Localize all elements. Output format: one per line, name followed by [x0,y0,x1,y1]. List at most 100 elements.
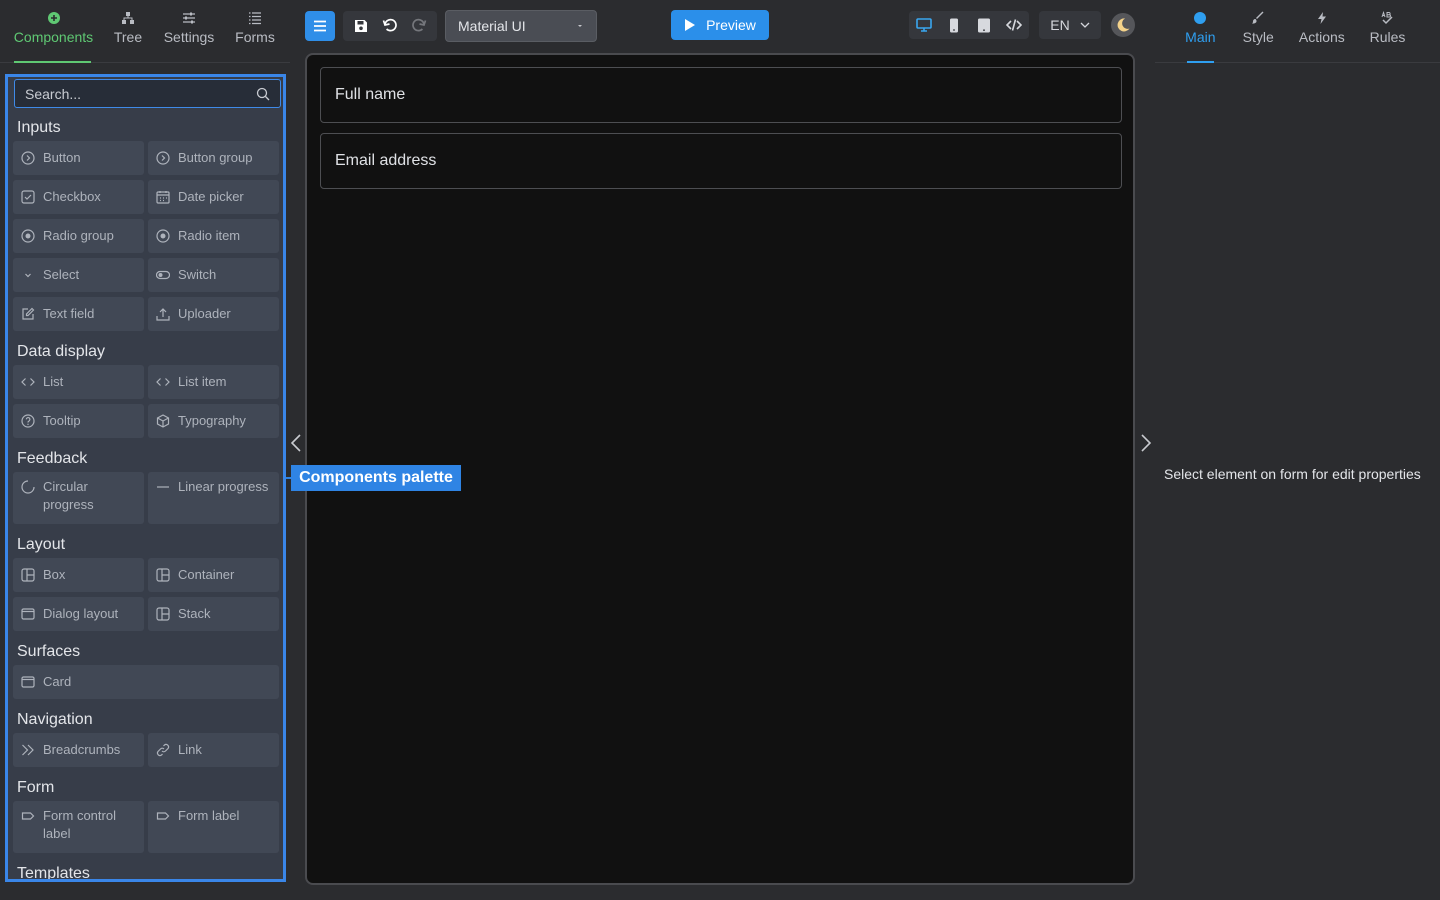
component-label: Form control label [43,808,116,841]
component-select[interactable]: Select [13,258,144,292]
group-title-layout: Layout [17,536,66,553]
component-breadcrumbs[interactable]: Breadcrumbs [13,733,144,767]
line-icon [157,486,169,488]
tab-forms[interactable]: Forms [229,0,281,62]
search-input[interactable] [25,85,256,102]
edit-icon [22,307,35,320]
tab-tree[interactable]: Tree [107,0,149,62]
undo-button[interactable] [376,12,404,40]
component-card[interactable]: Card [13,665,279,699]
component-label: Typography [178,413,246,428]
tag-icon [21,812,35,820]
component-label: Button [43,150,81,165]
component-label: Radio item [178,228,241,243]
library-select[interactable]: Material UI [445,10,597,42]
tag-icon [156,812,170,820]
components-palette: Inputs Button Button group Checkbox Date… [5,74,286,882]
component-tooltip[interactable]: Tooltip [13,404,144,438]
mobile-view-button[interactable] [941,12,967,38]
component-list-item[interactable]: List item [148,365,279,399]
component-box[interactable]: Box [13,558,144,592]
component-form-label[interactable]: Form label [148,801,279,853]
component-label: List item [178,374,227,389]
chevron-down-icon [1080,22,1090,28]
component-typography[interactable]: Typography [148,404,279,438]
group-layout: Box Container Dialog layout Stack [8,558,283,631]
component-button-group[interactable]: Button group [148,141,279,175]
search-box[interactable] [14,79,281,108]
component-form-control-label[interactable]: Form control label [13,801,144,853]
preview-label: Preview [706,17,756,33]
group-inputs: Button Button group Checkbox Date picker… [8,141,283,331]
help-icon [21,414,35,428]
tab-settings-label: Settings [163,29,215,45]
toggle-icon [156,270,170,280]
component-label: Link [178,742,202,757]
component-label: Uploader [178,306,231,321]
collapse-left-panel-icon[interactable] [290,434,302,452]
component-label: Button group [178,150,253,165]
play-icon [685,19,696,31]
components-palette-callout: Components palette [291,465,461,491]
tablet-view-button[interactable] [971,12,997,38]
component-stack[interactable]: Stack [148,597,279,631]
search-icon[interactable] [256,87,270,101]
component-label: Switch [178,267,217,282]
desktop-view-button[interactable] [911,12,937,38]
component-date-picker[interactable]: Date picker [148,180,279,214]
preview-button[interactable]: Preview [671,10,769,40]
component-uploader[interactable]: Uploader [148,297,279,331]
upload-icon [156,308,170,321]
collapse-right-panel-icon[interactable] [1140,434,1152,452]
group-form: Form control label Form label [8,801,283,853]
redo-button[interactable] [405,12,433,40]
component-label: Container [178,567,235,582]
component-radio-item[interactable]: Radio item [148,219,279,253]
component-button[interactable]: Button [13,141,144,175]
save-button[interactable] [347,12,375,40]
component-link[interactable]: Link [148,733,279,767]
properties-tabs: Main Style Actions Rules [1155,0,1440,63]
component-container[interactable]: Container [148,558,279,592]
code-icon [21,378,35,386]
tab-rules-label: Rules [1369,29,1406,45]
theme-toggle[interactable] [1111,13,1135,37]
tab-forms-label: Forms [235,29,275,45]
library-select-value: Material UI [458,18,526,34]
spinner-icon [21,480,35,494]
group-title-form: Form [17,779,55,796]
component-list[interactable]: List [13,365,144,399]
component-label: Stack [178,606,211,621]
tab-rules[interactable]: Rules [1335,0,1440,62]
component-label: Date picker [178,189,244,204]
tab-components[interactable]: Components [0,0,107,63]
component-switch[interactable]: Switch [148,258,279,292]
component-circular-progress[interactable]: Circular progress [13,472,144,524]
tab-components-label: Components [13,29,94,45]
full-name-field[interactable]: Full name [320,67,1122,123]
checkbox-icon [21,190,35,204]
language-select[interactable]: EN [1039,11,1101,39]
menu-button[interactable] [305,11,335,41]
component-linear-progress[interactable]: Linear progress [148,472,279,524]
undo-icon [382,18,397,32]
group-navigation: Breadcrumbs Link [8,733,283,767]
tab-settings[interactable]: Settings [149,0,229,62]
window-icon [21,676,35,688]
component-label: Form label [178,808,240,823]
calendar-icon [156,191,170,204]
group-title-templates: Templates [17,865,90,882]
left-panel-tabs: Components Tree Settings Forms [0,0,290,63]
component-text-field[interactable]: Text field [13,297,144,331]
email-address-field[interactable]: Email address [320,133,1122,189]
sliders-icon [183,12,195,24]
code-view-button[interactable] [1001,12,1027,38]
component-groups: Inputs Button Button group Checkbox Date… [8,115,283,882]
radio-icon [21,229,35,243]
component-checkbox[interactable]: Checkbox [13,180,144,214]
component-label: Box [43,567,66,582]
component-radio-group[interactable]: Radio group [13,219,144,253]
component-label: Tooltip [43,413,81,428]
component-dialog-layout[interactable]: Dialog layout [13,597,144,631]
component-label: Linear progress [178,479,269,494]
